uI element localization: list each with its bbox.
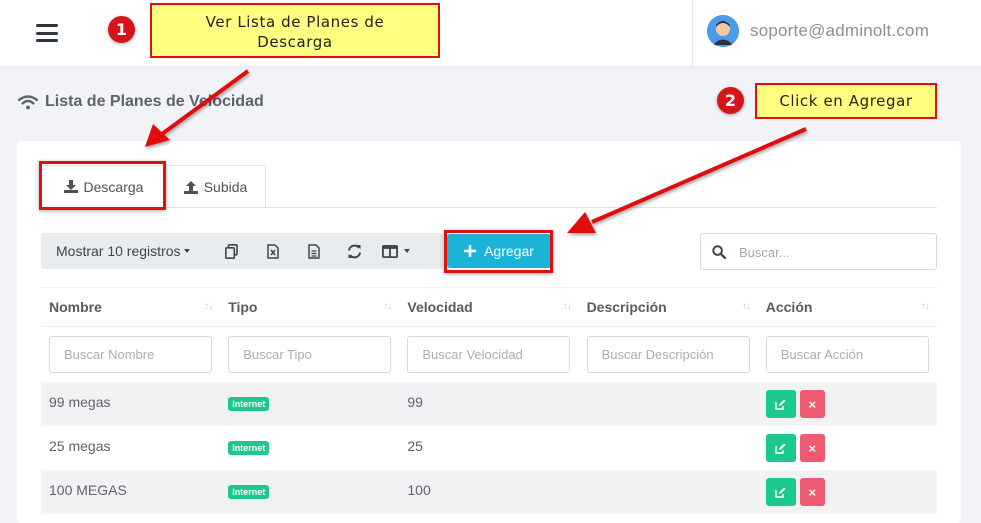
edit-icon xyxy=(775,443,786,454)
excel-icon xyxy=(266,243,279,259)
refresh-icon xyxy=(348,244,361,258)
cell-velocidad: 99 xyxy=(407,394,423,410)
close-icon: × xyxy=(808,396,817,412)
cell-velocidad: 100 xyxy=(407,482,431,498)
chevron-down-icon xyxy=(184,249,191,253)
delete-button[interactable]: × xyxy=(799,390,825,418)
callout-step-1: Ver Lista de Planes de Descarga xyxy=(150,3,440,58)
sort-icon: ↑↓ xyxy=(562,301,572,312)
page-title-text: Lista de Planes de Velocidad xyxy=(45,93,264,110)
delete-button[interactable]: × xyxy=(799,434,825,462)
callout-step-1-line1: Ver Lista de Planes de xyxy=(205,13,385,31)
csv-button[interactable] xyxy=(293,243,334,259)
filter-accion-input[interactable] xyxy=(765,336,929,373)
close-icon: × xyxy=(808,440,817,456)
callout-step-2: Click en Agregar xyxy=(755,83,937,119)
column-header-label: Descripción xyxy=(586,299,667,315)
close-icon: × xyxy=(808,484,817,500)
chevron-down-icon xyxy=(403,249,410,253)
sort-icon: ↑↓ xyxy=(920,301,930,312)
filter-tipo-input[interactable] xyxy=(228,336,392,373)
edit-button[interactable] xyxy=(765,434,796,462)
cell-descripcion xyxy=(579,382,758,426)
edit-button[interactable] xyxy=(765,478,796,506)
search-field[interactable] xyxy=(700,233,937,270)
step-2-badge: 2 xyxy=(717,87,744,114)
columns-button[interactable] xyxy=(375,244,416,258)
table-header: Nombre ↑↓ Tipo ↑↓ Velocidad ↑↓ Descripción ↑… xyxy=(41,287,937,327)
filter-velocidad-input[interactable] xyxy=(407,336,571,373)
sort-icon: ↑↓ xyxy=(204,301,213,312)
sort-icon: ↑↓ xyxy=(741,301,751,312)
edit-button[interactable] xyxy=(765,390,796,418)
step-1-badge: 1 xyxy=(108,16,135,43)
cell-nombre: 100 MEGAS xyxy=(49,482,127,498)
search-icon xyxy=(712,245,726,259)
columns-icon xyxy=(381,244,398,258)
column-header-label: Acción xyxy=(765,299,813,315)
file-icon xyxy=(307,243,320,259)
sort-icon: ↑↓ xyxy=(383,301,392,312)
table-row: 99 megas Internet 99 × xyxy=(41,382,937,426)
type-badge: Internet xyxy=(228,485,270,499)
table-toolbar: Mostrar 10 registros xyxy=(41,233,443,269)
column-header-label: Velocidad xyxy=(407,299,473,315)
edit-icon xyxy=(775,399,786,410)
avatar[interactable] xyxy=(707,15,739,47)
filter-descripcion-input[interactable] xyxy=(586,336,750,373)
excel-button[interactable] xyxy=(252,243,293,259)
show-entries-label: Mostrar 10 registros xyxy=(56,243,181,259)
filter-row xyxy=(41,327,937,382)
tab-subida-label: Subida xyxy=(203,179,248,195)
column-header-accion[interactable]: Acción ↑↓ xyxy=(758,288,937,326)
column-header-velocidad[interactable]: Velocidad ↑↓ xyxy=(399,288,578,326)
edit-icon xyxy=(775,487,786,498)
highlight-tab-descarga xyxy=(39,161,166,210)
callout-step-1-line2: Descarga xyxy=(257,33,333,51)
page-title: Lista de Planes de Velocidad xyxy=(18,93,264,111)
top-navbar: soporte@adminolt.com xyxy=(0,0,981,66)
filter-nombre-input[interactable] xyxy=(49,336,212,373)
refresh-button[interactable] xyxy=(334,244,375,259)
column-header-nombre[interactable]: Nombre ↑↓ xyxy=(41,288,220,326)
copy-button[interactable] xyxy=(211,243,252,259)
wifi-icon xyxy=(18,94,38,109)
copy-icon xyxy=(225,243,238,259)
table-row: 25 megas Internet 25 × xyxy=(41,426,937,470)
column-header-tipo[interactable]: Tipo ↑↓ xyxy=(220,288,399,326)
cell-velocidad: 25 xyxy=(407,438,423,454)
column-header-label: Tipo xyxy=(228,299,258,315)
hamburger-icon[interactable] xyxy=(36,24,58,42)
table-row: 100 MEGAS Internet 100 × xyxy=(41,470,937,514)
cell-descripcion xyxy=(579,426,758,470)
type-badge: Internet xyxy=(228,397,270,411)
tab-subida[interactable]: Subida xyxy=(166,165,266,208)
show-entries-dropdown[interactable]: Mostrar 10 registros xyxy=(41,243,211,259)
plans-table: Nombre ↑↓ Tipo ↑↓ Velocidad ↑↓ Descripción ↑… xyxy=(41,287,937,514)
delete-button[interactable]: × xyxy=(799,478,825,506)
navbar-divider xyxy=(692,0,693,66)
user-email[interactable]: soporte@adminolt.com xyxy=(750,21,929,41)
type-badge: Internet xyxy=(228,441,270,455)
cell-descripcion xyxy=(579,470,758,514)
column-header-descripcion[interactable]: Descripción ↑↓ xyxy=(579,288,758,326)
search-input[interactable] xyxy=(739,242,929,262)
highlight-add-button xyxy=(444,230,553,273)
upload-icon xyxy=(183,180,198,194)
column-header-label: Nombre xyxy=(49,299,102,315)
cell-nombre: 25 megas xyxy=(49,438,111,454)
cell-nombre: 99 megas xyxy=(49,394,111,410)
